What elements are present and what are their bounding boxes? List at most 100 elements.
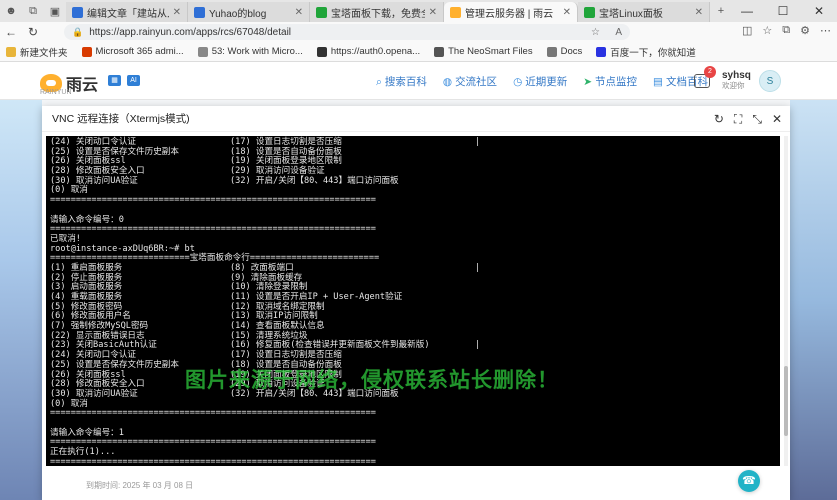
notification-icon[interactable]: 2	[694, 66, 716, 88]
user-name[interactable]: syhsq 欢迎你	[722, 71, 751, 91]
bookmark-item[interactable]: 新建文件夹	[6, 45, 68, 59]
menu-option: (23) 关闭BasicAuth认证	[50, 340, 157, 351]
refresh-icon[interactable]: ↻	[714, 112, 724, 127]
bookmark-label: 新建文件夹	[20, 47, 68, 59]
terminal-menu-line: (28) 修改面板安全入口 (29) 取消访问设备验证	[50, 166, 776, 177]
read-aloud-icon[interactable]: A	[615, 27, 622, 38]
bookmarks-bar: 新建文件夹 Microsoft 365 admi... 53: Work with …	[0, 42, 837, 62]
logo-subtext: RAINYUN	[40, 89, 72, 96]
tab-favicon-icon	[450, 6, 461, 18]
bookmark-item[interactable]: 百度一下，你就知道	[596, 45, 696, 59]
bookmark-item[interactable]: The NeoSmart Files	[434, 46, 533, 57]
terminal-menu-line: (3) 启动面板服务 (10) 清除登录限制	[50, 282, 776, 293]
fullscreen-icon[interactable]: ⛶	[734, 112, 742, 127]
tab-title: Yuhao的blog	[209, 8, 267, 20]
profile-icon[interactable]: ☻	[0, 0, 22, 22]
back-icon[interactable]: ←	[0, 25, 22, 39]
bookmark-item[interactable]: Docs	[546, 46, 582, 57]
collapse-icon[interactable]: ⤡	[752, 112, 762, 127]
split-screen-icon[interactable]: ◫	[742, 24, 752, 37]
menu-option: (28) 修改面板安全入口	[50, 379, 145, 390]
maximize-icon[interactable]: ☐	[765, 0, 801, 22]
extensions-icon[interactable]: ⚙	[800, 24, 810, 37]
nav-item[interactable]: ◍ 交流社区	[443, 74, 497, 89]
browser-tab[interactable]: 宝塔Linux面板 ✕	[578, 2, 710, 22]
watermark-text: 图片来源于网络，侵权联系站长删除！	[185, 369, 559, 392]
book-icon: ▤	[653, 76, 663, 88]
terminal-scrollbar[interactable]	[784, 136, 788, 466]
collections-icon[interactable]: ⧉	[782, 24, 790, 37]
scrollbar-thumb[interactable]	[784, 366, 788, 436]
browser-tab[interactable]: Yuhao的blog ✕	[188, 2, 310, 22]
tab-actions-icon[interactable]: ▣	[44, 0, 66, 22]
workspaces-icon[interactable]: ⧉	[22, 0, 44, 22]
terminal-menu-line: (23) 关闭BasicAuth认证 (16) 修复面板(检查错误并更新面板文件到…	[50, 341, 776, 351]
bookmark-item[interactable]: 53: Work with Micro...	[197, 46, 303, 57]
tab-close-icon[interactable]: ✕	[695, 7, 703, 18]
more-menu-icon[interactable]: ⋯	[820, 24, 831, 37]
close-window-icon[interactable]: ✕	[801, 0, 837, 22]
bookmark-label: 百度一下，你就知道	[610, 47, 696, 59]
url-text: https://app.rainyun.com/apps/rcs/67048/d…	[89, 26, 292, 38]
nav-label: 节点监控	[595, 76, 638, 88]
menu-option: (26) 关闭面板ssl	[50, 369, 126, 380]
tab-title: 管理云服务器 | 雨云	[465, 8, 554, 20]
support-chat-icon[interactable]: ☎	[738, 470, 760, 492]
site-logo[interactable]: 雨云 RAINYUN	[40, 71, 98, 96]
tab-favicon-icon	[316, 6, 327, 18]
vnc-dialog: VNC 远程连接（Xtermjs模式) ↻ ⛶ ⤡ ✕ (24) 关闭动口令认证…	[42, 106, 790, 500]
bookmark-icon	[316, 46, 327, 57]
menu-option: (4) 重载面板服务	[50, 292, 123, 302]
tab-title: 编辑文章「建站从入门到跑路」	[87, 8, 169, 20]
reload-icon[interactable]: ↻	[22, 25, 44, 39]
favorite-star-icon[interactable]: ☆	[591, 27, 600, 38]
terminal[interactable]: (24) 关闭动口令认证 (17) 设置日志切割是否压缩 | (25) 设置是否保存文…	[46, 136, 780, 466]
close-icon[interactable]: ✕	[772, 112, 782, 127]
background-art-left	[0, 100, 42, 500]
bookmark-item[interactable]: https://auth0.opena...	[316, 46, 420, 57]
minimize-icon[interactable]: —	[729, 0, 765, 22]
nav-item[interactable]: ◷ 近期更新	[513, 74, 567, 89]
browser-tab[interactable]: 管理云服务器 | 雨云 ✕	[444, 2, 578, 22]
tab-favicon-icon	[194, 6, 205, 18]
search-icon: ⌕	[376, 76, 382, 88]
username-text: syhsq	[722, 70, 751, 81]
terminal-menu-line: (25) 设置是否保存文件历史副本 (18) 设置是否自动备份面板	[50, 147, 776, 158]
nav-item[interactable]: ⌕ 搜索百科	[376, 74, 427, 89]
tab-favicon-icon	[584, 6, 595, 18]
terminal-menu-line: (6) 修改面板用户名 (13) 取消IP访问限制	[50, 312, 776, 322]
bookmark-icon	[546, 46, 557, 57]
user-greeting: 欢迎你	[722, 81, 745, 90]
terminal-menu-line: (2) 停止面板服务 (9) 清除面板缓存	[50, 273, 776, 284]
user-area: 2 syhsq 欢迎你 S	[694, 66, 781, 94]
chat-icon: ◍	[442, 76, 453, 88]
browser-tab[interactable]: 宝塔面板下载，免费全能的服务器 ✕	[310, 2, 444, 22]
terminal-menu-line: (7) 强制修改MySQL密码 (14) 查看面板默认信息	[50, 321, 776, 332]
pin-icon: ➤	[583, 76, 593, 88]
address-bar-row: ← ↻ 🔒 https://app.rainyun.com/apps/rcs/6…	[0, 22, 837, 42]
tab-close-icon[interactable]: ✕	[295, 7, 303, 18]
avatar[interactable]: S	[758, 70, 781, 92]
bookmark-item[interactable]: Microsoft 365 admi...	[81, 46, 184, 57]
browser-tab-strip: ☻ ⧉ ▣ 编辑文章「建站从入门到跑路」✕Yuhao的blog✕宝塔面板下载，免…	[0, 0, 837, 22]
favorites-icon[interactable]: ☆	[762, 24, 772, 37]
url-field[interactable]: 🔒 https://app.rainyun.com/apps/rcs/67048…	[64, 24, 630, 40]
vnc-title: VNC 远程连接（Xtermjs模式)	[42, 106, 790, 132]
tab-close-icon[interactable]: ✕	[563, 7, 571, 18]
ai-icon[interactable]: AI	[127, 75, 140, 86]
terminal-separator: ========================================…	[50, 195, 376, 206]
tab-close-icon[interactable]: ✕	[173, 7, 181, 18]
menu-option: (24) 关闭动口令认证	[50, 137, 137, 147]
tab-title: 宝塔Linux面板	[599, 8, 663, 20]
tab-close-icon[interactable]: ✕	[429, 7, 437, 18]
bookmark-label: The NeoSmart Files	[448, 46, 533, 57]
terminal-blank	[50, 419, 776, 429]
nav-item[interactable]: ➤ 节点监控	[583, 74, 637, 89]
grid-icon[interactable]: ▦	[108, 75, 121, 86]
bookmark-icon	[6, 46, 16, 57]
terminal-menu-line: (4) 重载面板服务 (11) 设置是否开启IP + User-Agent验证	[50, 292, 776, 303]
browser-tab[interactable]: 编辑文章「建站从入门到跑路」 ✕	[66, 2, 188, 22]
menu-option: (6) 修改面板用户名	[50, 311, 131, 322]
terminal-separator: ========================================…	[50, 224, 376, 235]
terminal-blank	[50, 206, 776, 216]
